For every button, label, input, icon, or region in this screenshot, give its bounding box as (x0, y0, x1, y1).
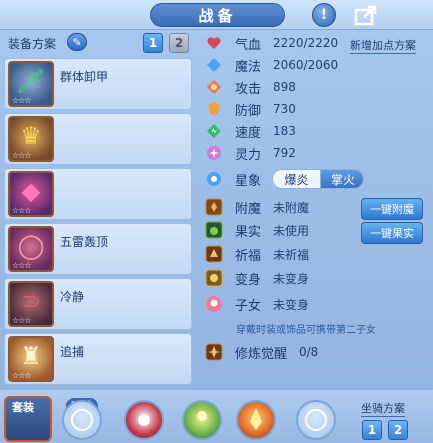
shield-icon (205, 100, 223, 118)
soul-slot-1[interactable] (62, 400, 102, 440)
scheme-tab-2[interactable]: 2 (169, 33, 189, 53)
stat-value: 183 (273, 124, 296, 138)
share-button[interactable] (354, 4, 378, 26)
stat-row-speed: 速度 183 (205, 121, 296, 141)
enchant-icon (205, 198, 223, 216)
stat-label: 附魔 (235, 201, 262, 217)
figure-icon (197, 411, 207, 421)
armor-icon: ◆ ☆☆☆ (8, 171, 54, 217)
equip-slot-armor[interactable]: ◆ ☆☆☆ (4, 168, 192, 220)
equip-slot-boots[interactable]: ♜ ☆☆☆ 追捕 (4, 333, 192, 385)
equip-slot-necklace[interactable]: ◯ ☆☆☆ 五雷轰顶 (4, 223, 192, 275)
stat-label: 魔法 (235, 59, 262, 75)
stat-label: 果实 (235, 224, 262, 240)
stat-row-hp: 气血 2220/2220 (205, 33, 338, 53)
help-button[interactable]: ! (312, 3, 336, 27)
soul-slot-5[interactable] (296, 400, 336, 440)
stat-label: 攻击 (235, 81, 262, 97)
page-title: 战备 (198, 6, 237, 25)
stat-label: 防御 (235, 103, 262, 119)
extra-row-blessing: 祈福 未祈福 (205, 244, 309, 264)
equip-name: 群体卸甲 (60, 70, 109, 84)
attack-icon (205, 78, 223, 96)
soul-slot-2[interactable] (124, 400, 164, 440)
equip-slot-belt[interactable]: ⊃ ☆☆☆ 冷静 (4, 278, 192, 330)
star-option-zhanghuo[interactable]: 掌火 (321, 170, 363, 188)
equip-scheme-label: 装备方案 (8, 37, 57, 51)
stat-label: 修炼觉醒 (235, 346, 288, 362)
stat-label: 灵力 (235, 147, 262, 163)
diamond-icon (205, 56, 223, 74)
flame-icon (250, 408, 262, 430)
necklace-icon: ◯ ☆☆☆ (8, 226, 54, 272)
stat-value: 未附魔 (273, 200, 310, 215)
stat-value: 792 (273, 146, 296, 160)
stat-label: 气血 (235, 37, 262, 53)
empty-slot-icon (71, 409, 93, 431)
soul-slot-4[interactable] (236, 400, 276, 440)
stat-label: 子女 (235, 298, 262, 314)
boots-icon: ♜ ☆☆☆ (8, 336, 54, 382)
mount-tab-2[interactable]: 2 (388, 420, 408, 440)
empty-slot-icon (305, 409, 327, 431)
stat-label: 星象 (235, 173, 262, 189)
speed-icon (205, 122, 223, 140)
star-sign-row: 星象 (205, 169, 261, 189)
extra-row-child: 子女 未变身 (205, 294, 309, 314)
hint-text: 穿戴时装或饰品可携带第二子女 (236, 325, 376, 336)
spirit-icon (205, 144, 223, 162)
blessing-icon (205, 245, 223, 263)
mount-scheme-label: 坐骑方案 (361, 402, 405, 417)
cultivation-row[interactable]: 修炼觉醒 0/8 (205, 342, 318, 362)
scheme-tab-1[interactable]: 1 (143, 33, 163, 53)
dagger-icon: 🗡 ☆☆☆ (8, 61, 54, 107)
stat-label: 速度 (235, 125, 262, 141)
transform-icon (205, 269, 223, 287)
crown-icon: ♛ ☆☆☆ (8, 116, 54, 162)
stat-value: 0/8 (299, 345, 319, 359)
child-icon (205, 295, 223, 313)
stat-value: 未使用 (273, 223, 310, 238)
stat-value: 898 (273, 80, 296, 94)
soul-slot-3[interactable] (182, 400, 222, 440)
stat-value: 未变身 (273, 271, 310, 286)
one-click-fruit-button[interactable]: 一键果实 (361, 222, 423, 244)
mount-tab-1[interactable]: 1 (362, 420, 382, 440)
stat-value: 未祈福 (273, 247, 310, 262)
heart-icon (205, 34, 223, 52)
belt-icon: ⊃ ☆☆☆ (8, 281, 54, 327)
one-click-enchant-button[interactable]: 一键附魔 (361, 198, 423, 220)
equip-slot-weapon[interactable]: 🗡 ☆☆☆ 群体卸甲 (4, 58, 192, 110)
share-icon (354, 5, 377, 26)
stat-value: 730 (273, 102, 296, 116)
cultivation-icon (205, 343, 223, 361)
equip-name: 追捕 (60, 345, 85, 359)
exclamation-icon: ! (320, 7, 328, 23)
stat-row-defense: 防御 730 (205, 99, 296, 119)
star-sign-icon (205, 170, 223, 188)
extra-row-fruit: 果实 未使用 (205, 220, 309, 240)
edit-scheme-button[interactable]: ✎ (67, 33, 87, 51)
equip-name: 五雷轰顶 (60, 235, 109, 249)
pencil-icon: ✎ (72, 35, 82, 49)
title-ribbon: 战备 (150, 3, 285, 27)
stat-label: 变身 (235, 272, 262, 288)
stat-row-mp: 魔法 2060/2060 (205, 55, 338, 75)
extra-row-transform: 变身 未变身 (205, 268, 309, 288)
stat-label: 祈福 (235, 248, 262, 264)
add-plan-link[interactable]: 新增加点方案 (350, 37, 416, 54)
equip-name: 冷静 (60, 290, 85, 304)
stat-row-attack: 攻击 898 (205, 77, 296, 97)
stat-row-spirit: 灵力 792 (205, 143, 296, 163)
fruit-icon (205, 221, 223, 239)
stat-value: 未变身 (273, 297, 310, 312)
extra-row-enchant: 附魔 未附魔 (205, 197, 309, 217)
equip-slot-helmet[interactable]: ♛ ☆☆☆ (4, 113, 192, 165)
swirl-icon (138, 414, 150, 426)
tab-suit-label: 套装 (12, 401, 34, 414)
star-sign-toggle: 爆炎 掌火 (272, 169, 364, 189)
star-option-baoyan[interactable]: 爆炎 (273, 170, 321, 188)
stat-value: 2060/2060 (273, 58, 339, 72)
stat-value: 2220/2220 (273, 36, 339, 50)
